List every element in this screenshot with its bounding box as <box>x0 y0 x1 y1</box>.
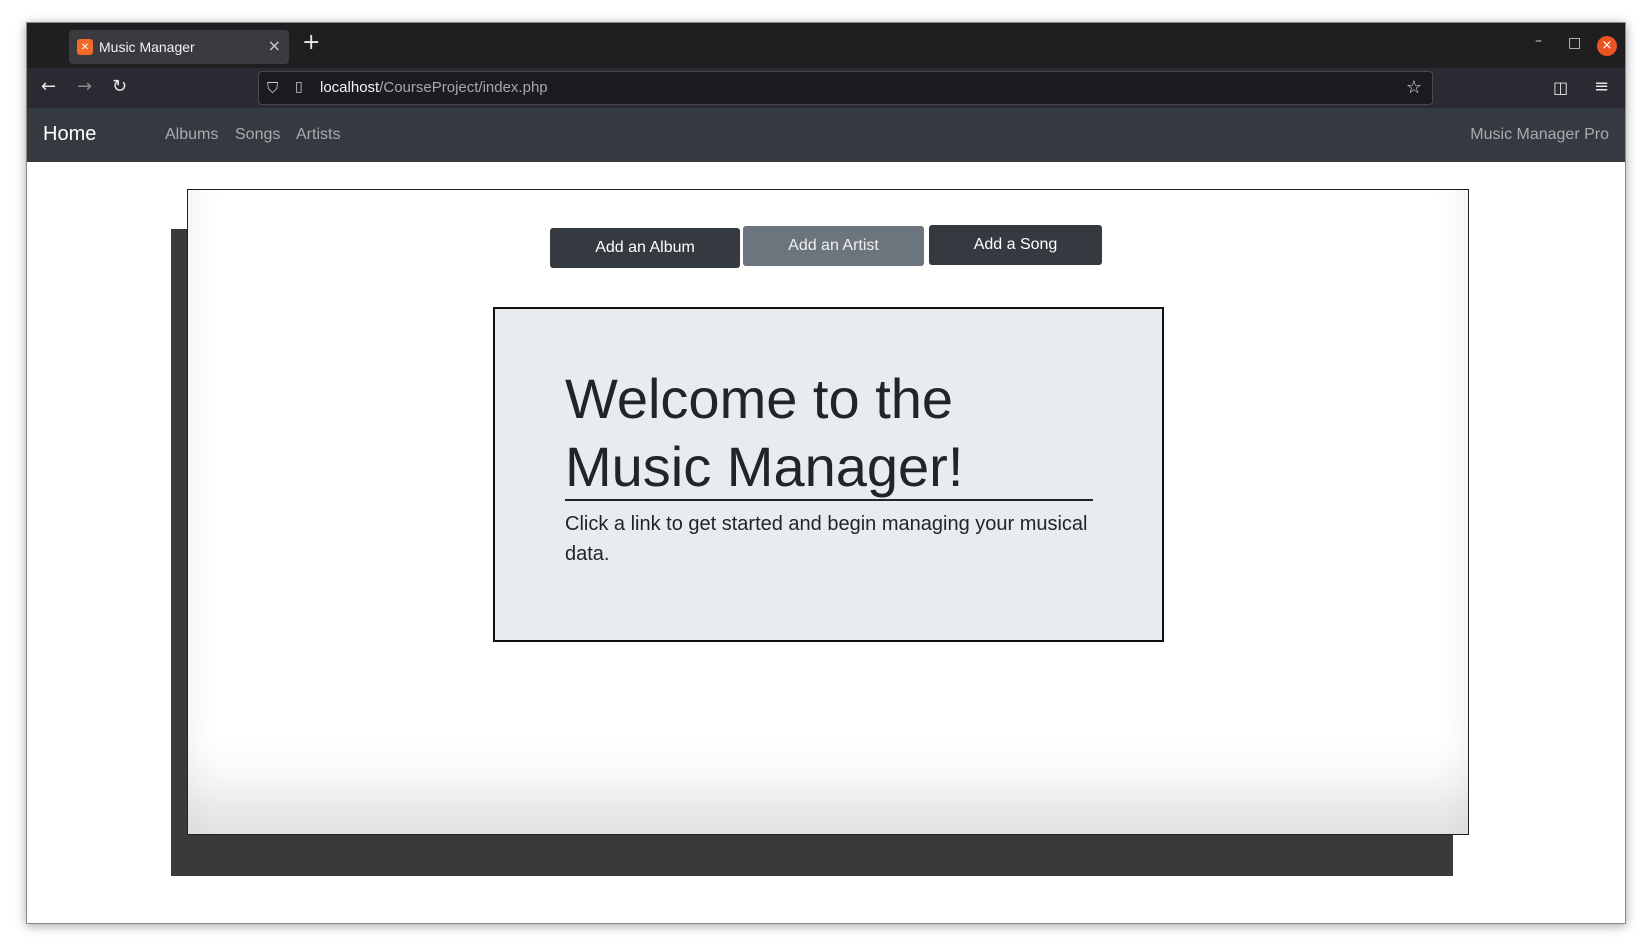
close-window-icon[interactable]: × <box>1597 36 1617 56</box>
reload-icon[interactable]: ↻ <box>112 76 127 98</box>
nav-artists-link[interactable]: Artists <box>296 126 340 144</box>
welcome-jumbotron: Welcome to the Music Manager! Click a li… <box>493 307 1164 642</box>
tab-music-manager[interactable]: ✕ Music Manager × <box>69 30 289 64</box>
site-navbar: Home Albums Songs Artists Music Manager … <box>27 108 1625 162</box>
bookmark-star-icon[interactable]: ☆ <box>1406 77 1422 98</box>
close-tab-icon[interactable]: × <box>268 36 281 55</box>
shield-icon[interactable]: ⛉ <box>267 79 278 97</box>
add-album-button[interactable]: Add an Album <box>550 228 740 268</box>
page-icon: ▯ <box>295 79 303 95</box>
brand-home-link[interactable]: Home <box>43 123 96 146</box>
pocket-icon[interactable]: ◫ <box>1553 77 1568 99</box>
back-arrow-icon[interactable]: ← <box>41 76 56 98</box>
maximize-icon[interactable]: □ <box>1568 35 1581 51</box>
tab-title: Music Manager <box>99 39 195 55</box>
tab-strip: ✕ Music Manager × + – □ × <box>27 23 1625 68</box>
navbar-right-text: Music Manager Pro <box>1470 126 1609 143</box>
minimize-icon[interactable]: – <box>1535 33 1542 49</box>
browser-toolbar: ← → ↻ ⛉ ▯ localhost/CourseProject/index.… <box>27 68 1625 108</box>
nav-songs-link[interactable]: Songs <box>235 126 280 144</box>
main-panel: Add an Album Add an Artist Add a Song We… <box>187 189 1469 835</box>
nav-albums-link[interactable]: Albums <box>165 126 218 144</box>
browser-window: ✕ Music Manager × + – □ × ← → ↻ ⛉ ▯ loca… <box>26 22 1626 924</box>
heading-divider <box>565 499 1093 501</box>
address-bar[interactable]: ⛉ ▯ localhost/CourseProject/index.php ☆ <box>258 71 1433 105</box>
xampp-icon: ✕ <box>77 39 93 55</box>
new-tab-icon[interactable]: + <box>302 32 320 54</box>
url-text[interactable]: localhost/CourseProject/index.php <box>320 79 548 96</box>
url-host: localhost <box>320 79 380 96</box>
add-song-button[interactable]: Add a Song <box>929 225 1102 265</box>
hamburger-menu-icon[interactable]: ≡ <box>1594 76 1609 98</box>
url-path: /CourseProject/index.php <box>379 79 548 96</box>
welcome-text: Click a link to get started and begin ma… <box>565 513 1088 565</box>
add-artist-button[interactable]: Add an Artist <box>743 226 924 266</box>
welcome-heading: Welcome to the Music Manager! <box>565 367 964 498</box>
forward-arrow-icon[interactable]: → <box>77 76 92 98</box>
